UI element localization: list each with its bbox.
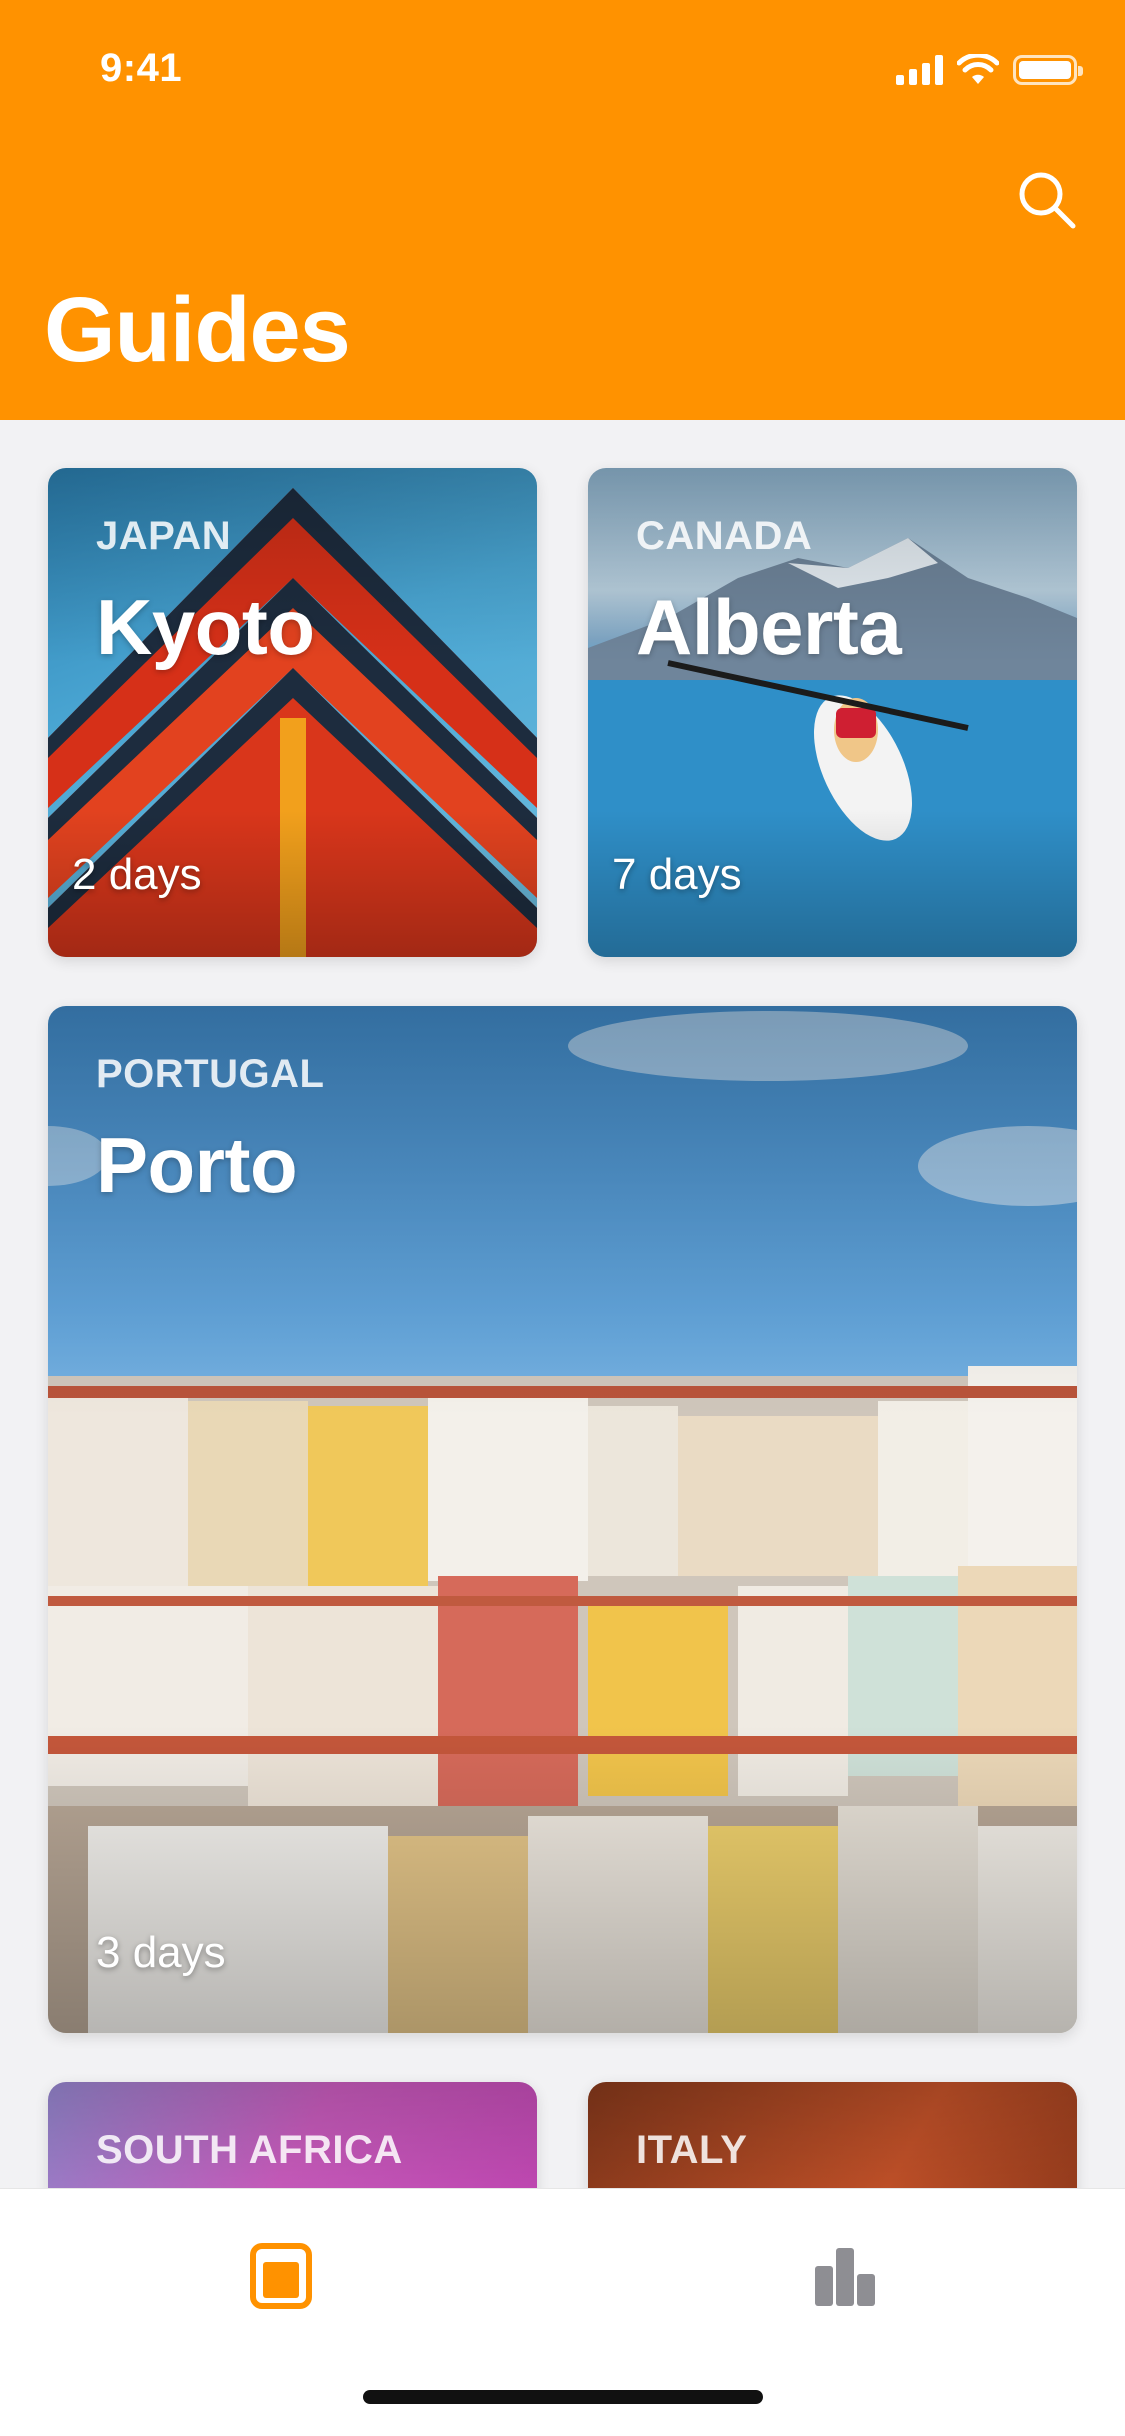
guide-country: SOUTH AFRICA bbox=[96, 2128, 403, 2172]
battery-icon bbox=[1013, 55, 1083, 85]
guide-card-porto[interactable]: PORTUGAL Porto 3 days bbox=[48, 1006, 1077, 2033]
status-icons bbox=[896, 50, 1083, 90]
guide-card-kyoto[interactable]: JAPAN Kyoto 2 days bbox=[48, 468, 537, 957]
stats-bar-chart-icon bbox=[815, 2248, 875, 2306]
guides-book-icon bbox=[250, 2243, 312, 2309]
status-time: 9:41 bbox=[100, 46, 183, 90]
search-button[interactable] bbox=[1009, 162, 1085, 238]
guide-city: Porto bbox=[96, 1121, 298, 1209]
guide-country: JAPAN bbox=[96, 514, 232, 558]
page-title: Guides bbox=[44, 279, 351, 381]
guide-country: ITALY bbox=[636, 2128, 748, 2172]
guide-country: PORTUGAL bbox=[96, 1052, 325, 1096]
guide-country: CANADA bbox=[636, 514, 813, 558]
search-icon bbox=[1019, 172, 1076, 229]
screen: 9:41 Guides JAPAN Kyoto 2 days CANADA Al… bbox=[0, 0, 1125, 2436]
home-indicator bbox=[363, 2390, 763, 2404]
wifi-icon bbox=[957, 54, 999, 84]
guide-city: Alberta bbox=[636, 583, 902, 671]
guide-duration: 2 days bbox=[72, 850, 202, 899]
guide-city: Kyoto bbox=[96, 583, 315, 671]
tab-guides[interactable] bbox=[236, 2231, 326, 2321]
guide-duration: 3 days bbox=[96, 1928, 226, 1977]
guide-card-alberta[interactable]: CANADA Alberta 7 days bbox=[588, 468, 1077, 957]
header: 9:41 Guides bbox=[0, 0, 1125, 420]
tab-stats[interactable] bbox=[800, 2231, 890, 2321]
cellular-signal-icon bbox=[896, 55, 943, 85]
guide-duration: 7 days bbox=[612, 850, 742, 899]
